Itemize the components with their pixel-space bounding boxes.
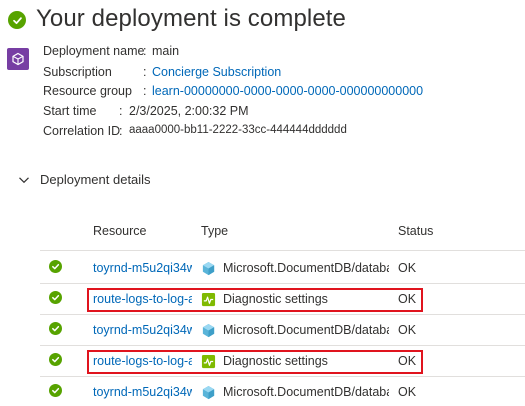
separator: :	[119, 104, 123, 118]
success-check-icon	[8, 11, 26, 29]
row-divider	[40, 314, 525, 315]
highlight-box	[87, 288, 423, 312]
separator: :	[143, 84, 147, 98]
cosmos-db-icon	[202, 385, 215, 400]
resource-type: Microsoft.DocumentDB/databas	[223, 261, 389, 275]
deployment-details-label: Deployment details	[40, 172, 151, 187]
separator: :	[143, 44, 147, 58]
separator: :	[143, 65, 147, 79]
status-text: OK	[398, 323, 417, 337]
start-time-value: 2/3/2025, 2:00:32 PM	[129, 104, 249, 118]
column-header-status: Status	[398, 224, 434, 238]
deployment-name-label: Deployment name	[43, 44, 145, 58]
subscription-label: Subscription	[43, 65, 112, 79]
row-divider	[40, 376, 525, 377]
success-check-icon	[49, 260, 62, 273]
deployment-name-value: main	[152, 44, 180, 58]
page-title: Your deployment is complete	[36, 5, 346, 32]
column-header-resource: Resource	[93, 224, 147, 238]
success-check-icon	[49, 291, 62, 304]
deployment-details-toggle[interactable]: Deployment details	[18, 172, 151, 187]
subscription-link[interactable]: Concierge Subscription	[152, 65, 281, 79]
row-divider	[40, 283, 525, 284]
start-time-label: Start time	[43, 104, 97, 118]
resource-link[interactable]: toyrnd-m5u2qi34w	[93, 385, 192, 399]
deployment-icon	[7, 48, 29, 70]
resource-group-label: Resource group	[43, 84, 132, 98]
cosmos-db-icon	[202, 261, 215, 276]
resource-type: Microsoft.DocumentDB/databas	[223, 323, 389, 337]
success-check-icon	[49, 384, 62, 397]
status-text: OK	[398, 261, 417, 275]
separator: :	[119, 124, 123, 138]
status-text: OK	[398, 385, 417, 399]
resource-group-link[interactable]: learn-00000000-0000-0000-0000-0000000000…	[152, 84, 423, 98]
column-header-type: Type	[201, 224, 229, 238]
correlation-id-value: aaaa0000-bb11-2222-33cc-444444dddddd	[129, 124, 347, 136]
resource-link[interactable]: toyrnd-m5u2qi34w	[93, 261, 192, 275]
row-divider	[40, 250, 525, 251]
correlation-id-label: Correlation ID	[43, 124, 121, 138]
success-check-icon	[49, 322, 62, 335]
chevron-down-icon	[19, 176, 29, 183]
highlight-box	[87, 350, 423, 374]
success-check-icon	[49, 353, 62, 366]
resource-type: Microsoft.DocumentDB/databas	[223, 385, 389, 399]
resource-link[interactable]: toyrnd-m5u2qi34w	[93, 323, 192, 337]
row-divider	[40, 345, 525, 346]
cosmos-db-icon	[202, 323, 215, 338]
